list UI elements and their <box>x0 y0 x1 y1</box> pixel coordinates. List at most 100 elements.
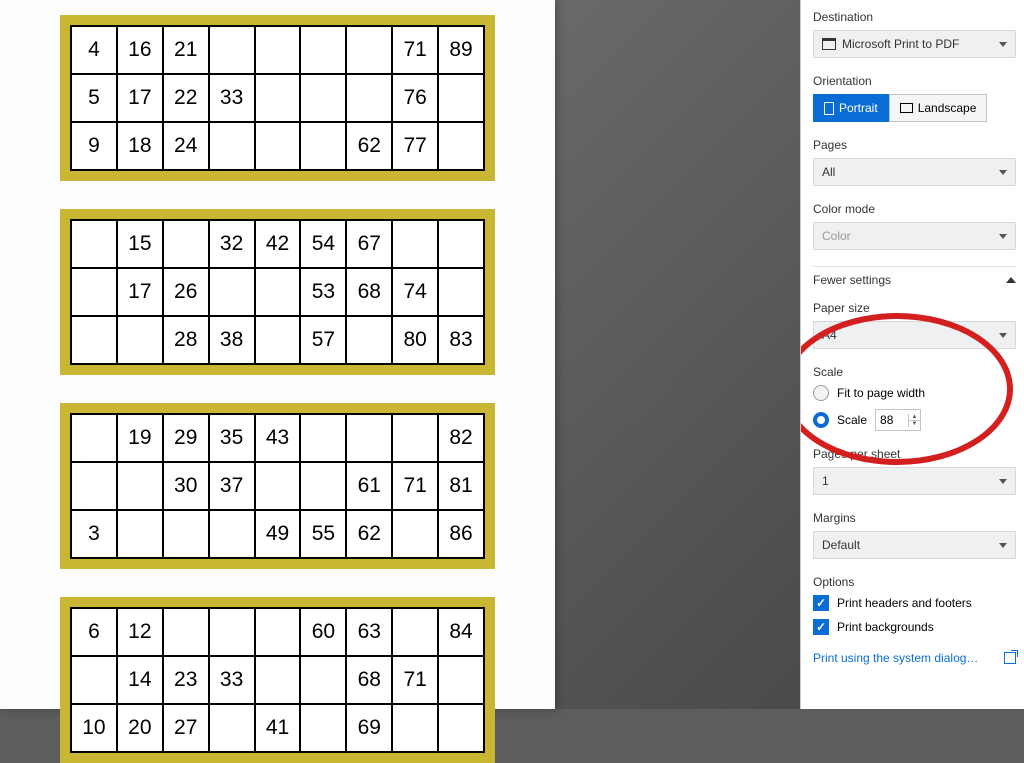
chevron-down-icon <box>999 42 1007 47</box>
bingo-cell: 62 <box>346 122 392 170</box>
bingo-cell: 15 <box>117 220 163 268</box>
chevron-down-icon <box>999 479 1007 484</box>
bingo-cell: 54 <box>300 220 346 268</box>
bingo-cell: 33 <box>209 74 255 122</box>
bingo-cell <box>255 268 301 316</box>
bingo-cell: 27 <box>163 704 209 752</box>
scale-fit-radio[interactable]: Fit to page width <box>813 385 1016 401</box>
color-mode-label: Color mode <box>813 202 1016 216</box>
bingo-cell: 86 <box>438 510 484 558</box>
margins-dropdown[interactable]: Default <box>813 531 1016 559</box>
scale-label: Scale <box>813 365 1016 379</box>
bingo-cell <box>209 510 255 558</box>
bingo-grid: 19293543823037617181349556286 <box>70 413 485 559</box>
bingo-cell <box>346 26 392 74</box>
bingo-cell <box>255 74 301 122</box>
color-mode-value: Color <box>822 229 851 243</box>
bingo-cell: 89 <box>438 26 484 74</box>
portrait-label: Portrait <box>839 101 878 115</box>
bingo-cell: 17 <box>117 74 163 122</box>
chevron-down-icon <box>999 170 1007 175</box>
destination-label: Destination <box>813 10 1016 24</box>
external-link-icon <box>1004 652 1016 664</box>
bingo-cell <box>71 268 117 316</box>
bingo-cell: 21 <box>163 26 209 74</box>
fewer-settings-toggle[interactable]: Fewer settings <box>813 266 1016 293</box>
bingo-cell <box>438 656 484 704</box>
bingo-cell: 67 <box>346 220 392 268</box>
bingo-cell <box>163 220 209 268</box>
bingo-cell <box>392 414 438 462</box>
bingo-cell: 33 <box>209 656 255 704</box>
bingo-cell <box>71 462 117 510</box>
bingo-cell: 43 <box>255 414 301 462</box>
bingo-cell <box>300 462 346 510</box>
print-headers-label: Print headers and footers <box>837 596 972 610</box>
bingo-cell <box>71 656 117 704</box>
bingo-cell <box>71 414 117 462</box>
bingo-cell: 71 <box>392 462 438 510</box>
bingo-cell: 32 <box>209 220 255 268</box>
bingo-cell <box>209 26 255 74</box>
bingo-cell: 35 <box>209 414 255 462</box>
bingo-cell <box>300 74 346 122</box>
bingo-card: 416217189517223376918246277 <box>60 15 495 181</box>
paper-size-dropdown[interactable]: A4 <box>813 321 1016 349</box>
system-dialog-link[interactable]: Print using the system dialog… <box>813 651 1016 665</box>
bingo-cell: 63 <box>346 608 392 656</box>
chevron-down-icon <box>999 234 1007 239</box>
print-headers-checkbox[interactable]: ✓ Print headers and footers <box>813 595 1016 611</box>
bingo-cell: 53 <box>300 268 346 316</box>
bingo-cell: 60 <box>300 608 346 656</box>
options-label: Options <box>813 575 1016 589</box>
bingo-cell <box>300 704 346 752</box>
system-dialog-label: Print using the system dialog… <box>813 651 978 665</box>
margins-value: Default <box>822 538 860 552</box>
spinner-down-icon[interactable]: ▼ <box>909 421 920 427</box>
scale-spinner[interactable]: ▲ ▼ <box>908 414 920 427</box>
print-settings-panel: Destination Microsoft Print to PDF Orien… <box>800 0 1024 709</box>
scale-fit-label: Fit to page width <box>837 386 925 400</box>
margins-label: Margins <box>813 511 1016 525</box>
orientation-portrait-button[interactable]: Portrait <box>813 94 889 122</box>
bingo-cell: 80 <box>392 316 438 364</box>
bingo-cell: 81 <box>438 462 484 510</box>
destination-dropdown[interactable]: Microsoft Print to PDF <box>813 30 1016 58</box>
destination-value: Microsoft Print to PDF <box>842 37 959 51</box>
print-backgrounds-checkbox[interactable]: ✓ Print backgrounds <box>813 619 1016 635</box>
bingo-card: 61260638414233368711020274169 <box>60 597 495 763</box>
color-mode-dropdown[interactable]: Color <box>813 222 1016 250</box>
radio-icon <box>813 385 829 401</box>
pages-dropdown[interactable]: All <box>813 158 1016 186</box>
chevron-down-icon <box>999 333 1007 338</box>
bingo-cell: 28 <box>163 316 209 364</box>
bingo-cell <box>438 268 484 316</box>
bingo-cell <box>392 704 438 752</box>
bingo-cell <box>117 462 163 510</box>
scale-custom-radio[interactable]: Scale 88 ▲ ▼ <box>813 409 1016 431</box>
print-preview-area: 4162171895172233769182462771532425467172… <box>0 0 800 709</box>
print-backgrounds-label: Print backgrounds <box>837 620 934 634</box>
bingo-cell <box>117 510 163 558</box>
fewer-settings-label: Fewer settings <box>813 273 891 287</box>
pages-per-sheet-label: Pages per sheet <box>813 447 1016 461</box>
bingo-cell <box>255 608 301 656</box>
bingo-cell: 42 <box>255 220 301 268</box>
bingo-grid: 153242546717265368742838578083 <box>70 219 485 365</box>
bingo-cell <box>71 316 117 364</box>
bingo-cell <box>71 220 117 268</box>
bingo-card: 19293543823037617181349556286 <box>60 403 495 569</box>
bingo-cell: 14 <box>117 656 163 704</box>
landscape-icon <box>900 103 913 113</box>
orientation-landscape-button[interactable]: Landscape <box>889 94 988 122</box>
bingo-cell <box>117 316 163 364</box>
spinner-up-icon[interactable]: ▲ <box>909 414 920 421</box>
bingo-cell <box>300 414 346 462</box>
bingo-cell <box>438 220 484 268</box>
bingo-cell: 37 <box>209 462 255 510</box>
chevron-down-icon <box>999 543 1007 548</box>
bingo-cell: 6 <box>71 608 117 656</box>
bingo-cell <box>392 510 438 558</box>
pages-per-sheet-dropdown[interactable]: 1 <box>813 467 1016 495</box>
scale-input[interactable]: 88 ▲ ▼ <box>875 409 921 431</box>
